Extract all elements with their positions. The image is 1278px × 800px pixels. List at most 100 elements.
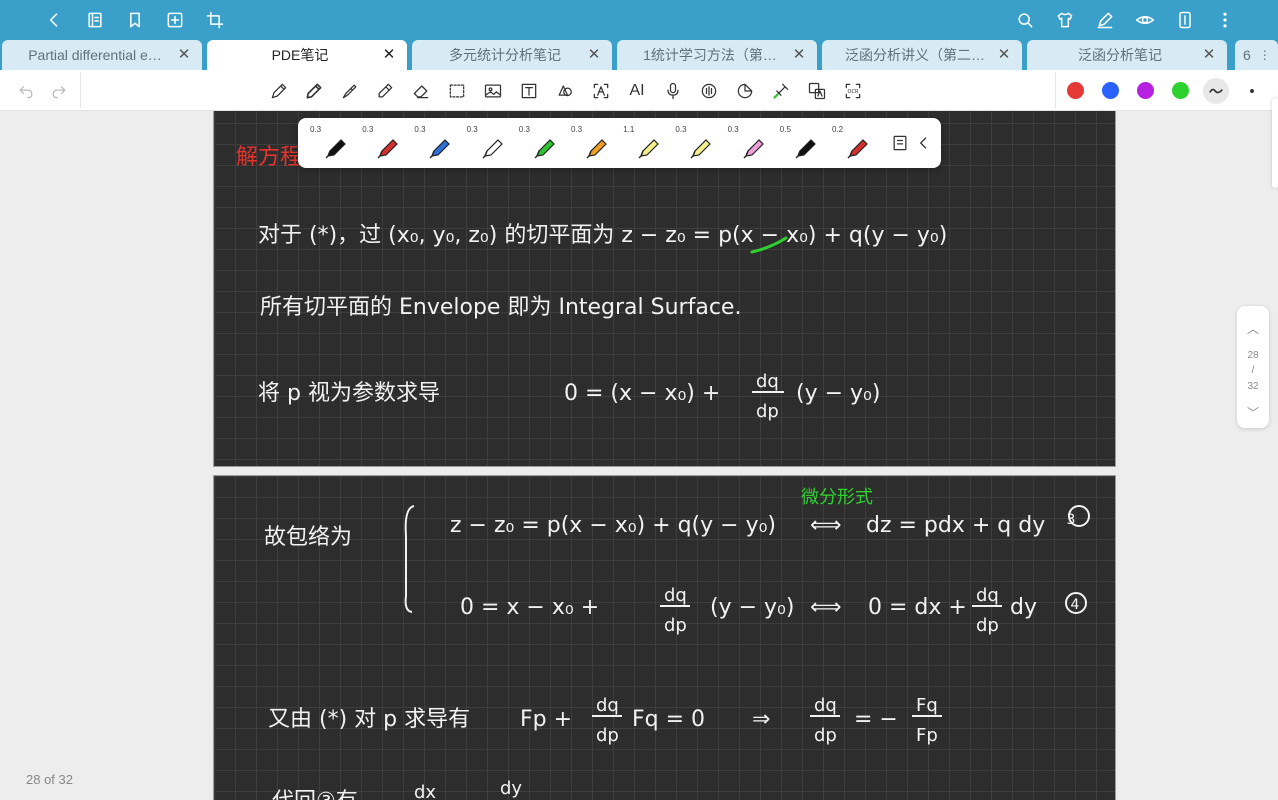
color-green-swatch[interactable] — [1172, 82, 1189, 99]
text-recognition-icon[interactable] — [589, 79, 613, 103]
pen-preset-5[interactable]: 0.3 — [517, 122, 567, 164]
lasso-select-icon[interactable] — [445, 79, 469, 103]
note-page-29[interactable]: 微分形式 故包络为 z − z₀ = p(x − x₀) + q(y − y₀)… — [213, 475, 1116, 800]
derivative-result: = − — [854, 707, 898, 732]
pen-mode-icon[interactable] — [1093, 8, 1117, 32]
pen-preset-3[interactable]: 0.3 — [412, 122, 462, 164]
equation-4-right-tail: dy — [1010, 595, 1037, 620]
pen-icon — [429, 139, 451, 159]
crop-icon[interactable] — [203, 8, 227, 32]
fraction-numerator: dq — [596, 695, 619, 716]
tab-6[interactable]: 泛函分析笔记 ✕ — [1027, 40, 1227, 70]
top-app-bar — [0, 0, 1278, 40]
pen-width-label: 0.3 — [362, 125, 374, 134]
shape-icon[interactable] — [553, 79, 577, 103]
page-counter: 28 of 32 — [26, 772, 73, 787]
stroke-size-dot-icon[interactable] — [1240, 79, 1264, 103]
color-purple-swatch[interactable] — [1137, 82, 1154, 99]
tab-label: 泛函分析笔记 — [1078, 47, 1162, 63]
fraction-numerator: dq — [814, 695, 837, 716]
sticker-icon[interactable] — [733, 79, 757, 103]
dy-term: dy — [500, 778, 522, 799]
tab-2[interactable]: PDE笔记 ✕ — [207, 40, 407, 70]
derive-tail: (y − y₀) — [796, 381, 880, 406]
highlighter-icon[interactable] — [373, 79, 397, 103]
microphone-icon[interactable] — [661, 79, 685, 103]
text-box-icon[interactable] — [517, 79, 541, 103]
handwriting-layer: 微分形式 故包络为 z − z₀ = p(x − x₀) + q(y − y₀)… — [264, 487, 1090, 800]
pen-settings-icon[interactable] — [888, 131, 912, 155]
pencil-icon[interactable] — [302, 79, 326, 103]
back-icon[interactable] — [42, 8, 66, 32]
ai-assistant-icon[interactable]: AI — [625, 79, 649, 103]
eraser-icon[interactable] — [409, 79, 433, 103]
eye-icon[interactable] — [1133, 8, 1157, 32]
tab-3[interactable]: 多元统计分析笔记 ✕ — [412, 40, 612, 70]
page-scroller: ︿ 28 / 32 ﹀ — [1237, 306, 1269, 428]
pen-preset-4[interactable]: 0.3 — [465, 122, 515, 164]
pen-preset-7[interactable]: 1.1 — [621, 122, 671, 164]
pen-preset-8[interactable]: 0.3 — [673, 122, 723, 164]
image-icon[interactable] — [481, 79, 505, 103]
pen-preset-9[interactable]: 0.3 — [726, 122, 776, 164]
page-layout-icon[interactable] — [1173, 8, 1197, 32]
color-blue-swatch[interactable] — [1102, 82, 1119, 99]
theme-shirt-icon[interactable] — [1053, 8, 1077, 32]
pen-preset-6[interactable]: 0.3 — [569, 122, 619, 164]
pen-preset-11[interactable]: 0.2 — [830, 122, 880, 164]
tab-4[interactable]: 1统计学习方法（第… ✕ — [617, 40, 817, 70]
equation-3-right: dz = pdx + q dy — [866, 513, 1045, 538]
search-icon[interactable] — [1013, 8, 1037, 32]
tab-label: Partial differential e… — [28, 47, 162, 63]
close-icon[interactable]: ✕ — [586, 47, 602, 63]
pen-width-label: 0.3 — [518, 125, 530, 134]
iff-symbol: ⟺ — [810, 595, 842, 620]
more-vertical-icon[interactable] — [1213, 8, 1237, 32]
laser-pointer-icon[interactable] — [769, 79, 793, 103]
collapse-chevron-icon[interactable] — [912, 131, 936, 155]
stroke-style-icon[interactable] — [1203, 78, 1229, 104]
pen-preset-1[interactable]: 0.3 — [308, 122, 358, 164]
brush-pen-icon[interactable] — [338, 79, 362, 103]
note-canvas[interactable]: 解方程: 对于 (*)，过 (x₀, y₀, z₀) 的切平面为 z − z₀ … — [0, 111, 1278, 800]
more-tabs-icon: ⋮ — [1258, 48, 1271, 62]
fountain-pen-icon[interactable] — [267, 79, 291, 103]
outline-icon[interactable] — [83, 8, 107, 32]
close-icon[interactable]: ✕ — [996, 47, 1012, 63]
pen-preset-10[interactable]: 0.5 — [778, 122, 828, 164]
tab-5[interactable]: 泛函分析讲义（第二… ✕ — [822, 40, 1022, 70]
derivative-eq-tail: Fq = 0 — [632, 707, 705, 732]
redo-icon[interactable] — [47, 79, 71, 103]
pen-icon — [638, 139, 660, 159]
tab-1[interactable]: Partial differential e… ✕ — [2, 40, 202, 70]
equation-3-left: z − z₀ = p(x − x₀) + q(y − y₀) — [450, 513, 776, 538]
brace — [404, 505, 415, 613]
bookmark-icon[interactable] — [123, 8, 147, 32]
color-red-swatch[interactable] — [1067, 82, 1084, 99]
tab-count: 6 — [1243, 47, 1251, 63]
undo-icon[interactable] — [14, 79, 38, 103]
tab-label: PDE笔记 — [271, 47, 329, 63]
envelope-line: 所有切平面的 Envelope 即为 Integral Surface. — [260, 295, 741, 320]
scroll-rail[interactable] — [1272, 98, 1278, 188]
pen-width-label: 0.2 — [832, 125, 844, 134]
close-icon[interactable]: ✕ — [791, 47, 807, 63]
audio-note-icon[interactable] — [697, 79, 721, 103]
tab-overflow[interactable]: 6 ⋮ — [1235, 40, 1278, 70]
ocr-icon[interactable]: OCR — [841, 79, 865, 103]
page-down-icon[interactable]: ﹀ — [1243, 404, 1263, 420]
envelope-label: 故包络为 — [264, 525, 352, 550]
translate-icon[interactable] — [805, 79, 829, 103]
add-page-icon[interactable] — [163, 8, 187, 32]
pen-preset-2[interactable]: 0.3 — [360, 122, 410, 164]
substitute-line: 代回③有 — [272, 789, 358, 800]
close-icon[interactable]: ✕ — [176, 47, 192, 63]
fraction-denominator: dp — [596, 725, 619, 746]
close-icon[interactable]: ✕ — [381, 47, 397, 63]
pen-icon — [690, 139, 712, 159]
fraction-numerator: dq — [756, 371, 779, 392]
equation-4-right: 0 = dx + — [868, 595, 967, 620]
derive-line-label: 将 p 视为参数求导 — [258, 381, 440, 406]
page-up-icon[interactable]: ︿ — [1243, 320, 1263, 336]
close-icon[interactable]: ✕ — [1201, 47, 1217, 63]
